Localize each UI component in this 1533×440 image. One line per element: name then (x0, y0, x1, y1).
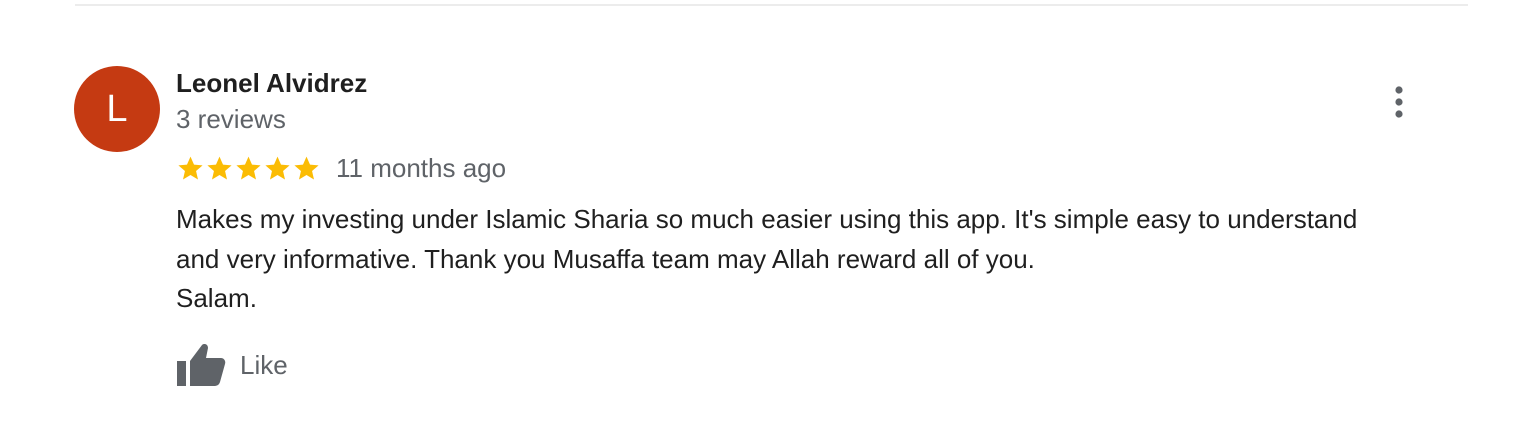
thumbs-up-icon (177, 344, 226, 386)
avatar-initial: L (106, 87, 128, 130)
divider (75, 4, 1468, 6)
star-icon (178, 156, 203, 179)
more-options-button[interactable] (1384, 82, 1414, 122)
review-date: 11 months ago (336, 152, 507, 183)
avatar[interactable]: L (74, 66, 160, 152)
star-icon (207, 156, 232, 179)
review-count: 3 reviews (176, 104, 286, 134)
star-icon (265, 156, 290, 179)
review-text: Makes my investing under Islamic Sharia … (176, 204, 1358, 313)
more-vert-icon (1395, 86, 1403, 118)
reviewer-name[interactable]: Leonel Alvidrez (176, 68, 367, 99)
rating-row: 11 months ago (176, 150, 506, 186)
star-rating (176, 154, 321, 183)
review-card: L Leonel Alvidrez 3 reviews 11 months ag… (0, 0, 1533, 440)
like-label: Like (240, 349, 288, 380)
like-button[interactable]: Like (176, 340, 288, 390)
star-icon (294, 156, 319, 179)
star-icon (236, 156, 261, 179)
